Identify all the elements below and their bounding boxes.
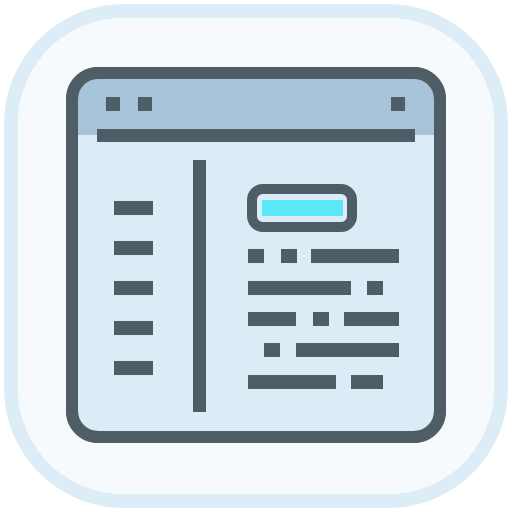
text-segment (264, 343, 280, 357)
sidebar-divider (193, 160, 206, 412)
text-segment (313, 312, 329, 326)
text-segment (296, 343, 399, 357)
sidebar-menu-item (114, 321, 153, 335)
sidebar-menu-item (114, 241, 153, 255)
window-control-dot-1 (106, 97, 120, 111)
text-segment (248, 249, 264, 263)
text-segment (367, 281, 383, 295)
sidebar-menu-item (114, 361, 153, 375)
text-segment (248, 281, 351, 295)
web-page-layout-icon (4, 4, 508, 508)
content-header-button-fill (262, 200, 343, 216)
window-control-dot-2 (138, 97, 152, 111)
window-close-dot (391, 97, 405, 111)
text-segment (311, 249, 399, 263)
text-segment (344, 312, 399, 326)
title-bar-divider (97, 129, 415, 142)
text-segment (351, 375, 383, 389)
sidebar-menu-item (114, 201, 153, 215)
app-icon (0, 0, 512, 512)
text-segment (281, 249, 297, 263)
sidebar-menu-item (114, 281, 153, 295)
text-segment (248, 375, 336, 389)
window-title-bar (78, 79, 434, 135)
text-segment (248, 312, 296, 326)
